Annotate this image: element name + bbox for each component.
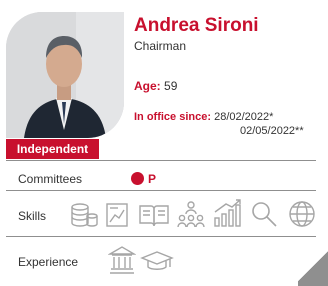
committees-label: Committees xyxy=(18,172,83,186)
divider xyxy=(6,190,316,191)
open-book-icon xyxy=(138,202,170,228)
committee-value: P xyxy=(148,172,157,186)
globe-icon xyxy=(288,200,316,228)
age-line: Age: 59 xyxy=(134,79,177,93)
graduation-cap-icon xyxy=(140,250,174,274)
office-line: In office since: 28/02/2022* xyxy=(134,111,273,123)
experience-label: Experience xyxy=(18,255,79,269)
member-role: Chairman xyxy=(134,39,187,53)
office-date-1: 28/02/2022* xyxy=(214,111,274,123)
age-label: Age: xyxy=(134,79,161,93)
portrait-photo xyxy=(6,12,124,138)
skills-label: Skills xyxy=(18,209,47,223)
card-corner-shadow xyxy=(298,246,328,286)
committee-dot xyxy=(131,172,144,185)
divider xyxy=(6,160,316,161)
coins-stack-icon xyxy=(68,202,98,228)
magnifier-icon xyxy=(250,200,278,228)
member-name: Andrea Sironi xyxy=(134,15,259,36)
institution-icon xyxy=(108,245,136,275)
age-value: 59 xyxy=(164,79,178,93)
chart-document-icon xyxy=(104,202,132,228)
team-icon xyxy=(176,200,206,228)
divider xyxy=(6,236,316,237)
office-date-2: 02/05/2022** xyxy=(240,125,304,137)
board-member-card: Andrea Sironi Chairman Age: 59 In office… xyxy=(0,0,328,286)
office-label: In office since: xyxy=(134,111,212,123)
growth-bars-icon xyxy=(212,198,244,228)
independent-badge: Independent xyxy=(6,139,99,159)
